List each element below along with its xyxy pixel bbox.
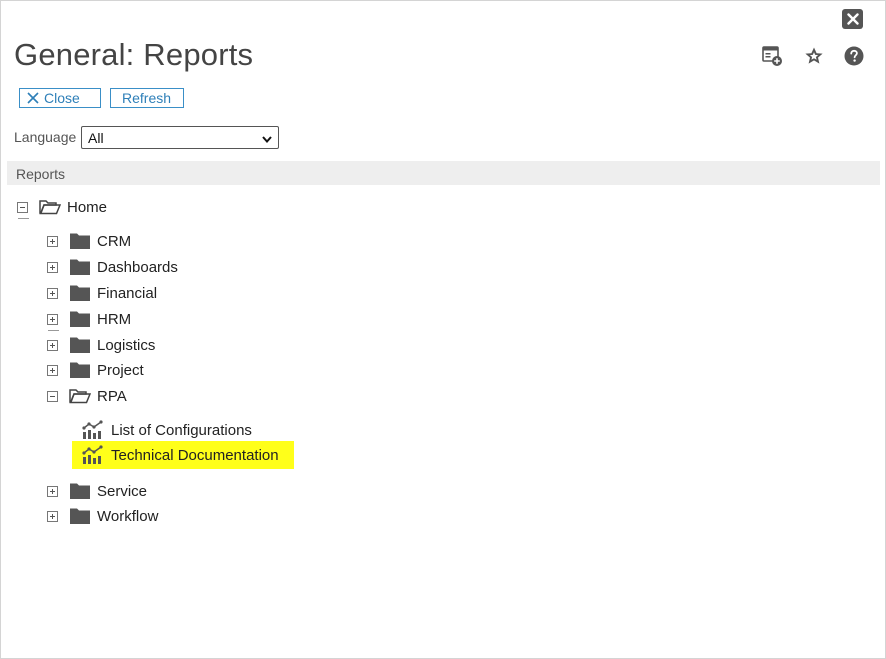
folder-icon — [69, 361, 91, 379]
folder-icon — [69, 284, 91, 302]
expand-icon[interactable] — [47, 510, 58, 522]
tree-node-label: RPA — [97, 387, 127, 405]
tree-node-service[interactable]: Service — [47, 480, 147, 502]
reports-section-header: Reports — [7, 161, 880, 185]
folder-icon — [69, 232, 91, 250]
tree-node-label: Logistics — [97, 336, 156, 354]
report-label: List of Configurations — [111, 421, 252, 439]
folder-icon — [69, 258, 91, 276]
language-select-value: All — [88, 129, 104, 146]
report-chart-icon — [82, 420, 104, 440]
folder-open-icon — [69, 387, 91, 405]
tree-node-label: Project — [97, 361, 144, 379]
tree-node-label: HRM — [97, 310, 132, 328]
tree-node-crm[interactable]: CRM — [47, 230, 131, 252]
page-title: General: Reports — [14, 37, 254, 72]
tree-node-financial[interactable]: Financial — [47, 282, 157, 304]
collapse-icon[interactable] — [17, 201, 29, 219]
report-list-of-configurations[interactable]: List of Configurations — [82, 419, 252, 441]
folder-icon — [69, 336, 91, 354]
star-icon[interactable] — [803, 45, 825, 67]
help-icon[interactable] — [843, 45, 865, 67]
language-select[interactable]: All — [81, 126, 279, 149]
expand-icon[interactable] — [47, 235, 58, 247]
language-label: Language — [14, 129, 77, 145]
refresh-button-label: Refresh — [122, 90, 172, 106]
refresh-button[interactable]: Refresh — [110, 88, 184, 108]
expand-icon[interactable] — [47, 261, 58, 273]
folder-open-icon — [39, 198, 61, 216]
tree-node-project[interactable]: Project — [47, 359, 144, 381]
close-window-icon[interactable] — [842, 9, 863, 29]
expand-icon[interactable] — [47, 339, 58, 351]
close-button-label: Close — [44, 90, 80, 106]
collapse-icon[interactable] — [47, 390, 58, 402]
folder-icon — [69, 310, 91, 328]
tree-node-label: Service — [97, 482, 148, 500]
tree-node-label: Workflow — [97, 507, 159, 525]
report-chart-icon — [82, 445, 104, 465]
reports-section-title: Reports — [16, 166, 66, 182]
expand-icon[interactable] — [47, 364, 58, 376]
tree-node-label: Financial — [97, 284, 158, 302]
report-label: Technical Documentation — [111, 446, 279, 464]
tree-node-label: Home — [67, 198, 108, 216]
close-icon — [27, 92, 39, 104]
tree-node-label: CRM — [97, 232, 132, 250]
tree-node-hrm[interactable]: HRM — [47, 308, 132, 331]
tree-node-workflow[interactable]: Workflow — [47, 505, 158, 527]
chevron-down-icon — [261, 132, 273, 148]
folder-icon — [69, 507, 91, 525]
folder-icon — [69, 482, 91, 500]
add-to-dashboard-icon[interactable] — [761, 45, 783, 67]
expand-icon[interactable] — [47, 287, 58, 299]
tree-node-logistics[interactable]: Logistics — [47, 334, 155, 356]
expand-icon[interactable] — [47, 313, 59, 331]
expand-icon[interactable] — [47, 485, 58, 497]
tree-node-rpa[interactable]: RPA — [47, 385, 127, 407]
tree-node-home[interactable]: Home — [17, 196, 108, 219]
tree-node-label: Dashboards — [97, 258, 178, 276]
close-button[interactable]: Close — [19, 88, 101, 108]
report-technical-documentation[interactable]: Technical Documentation — [82, 444, 279, 466]
tree-node-dashboards[interactable]: Dashboards — [47, 256, 178, 278]
